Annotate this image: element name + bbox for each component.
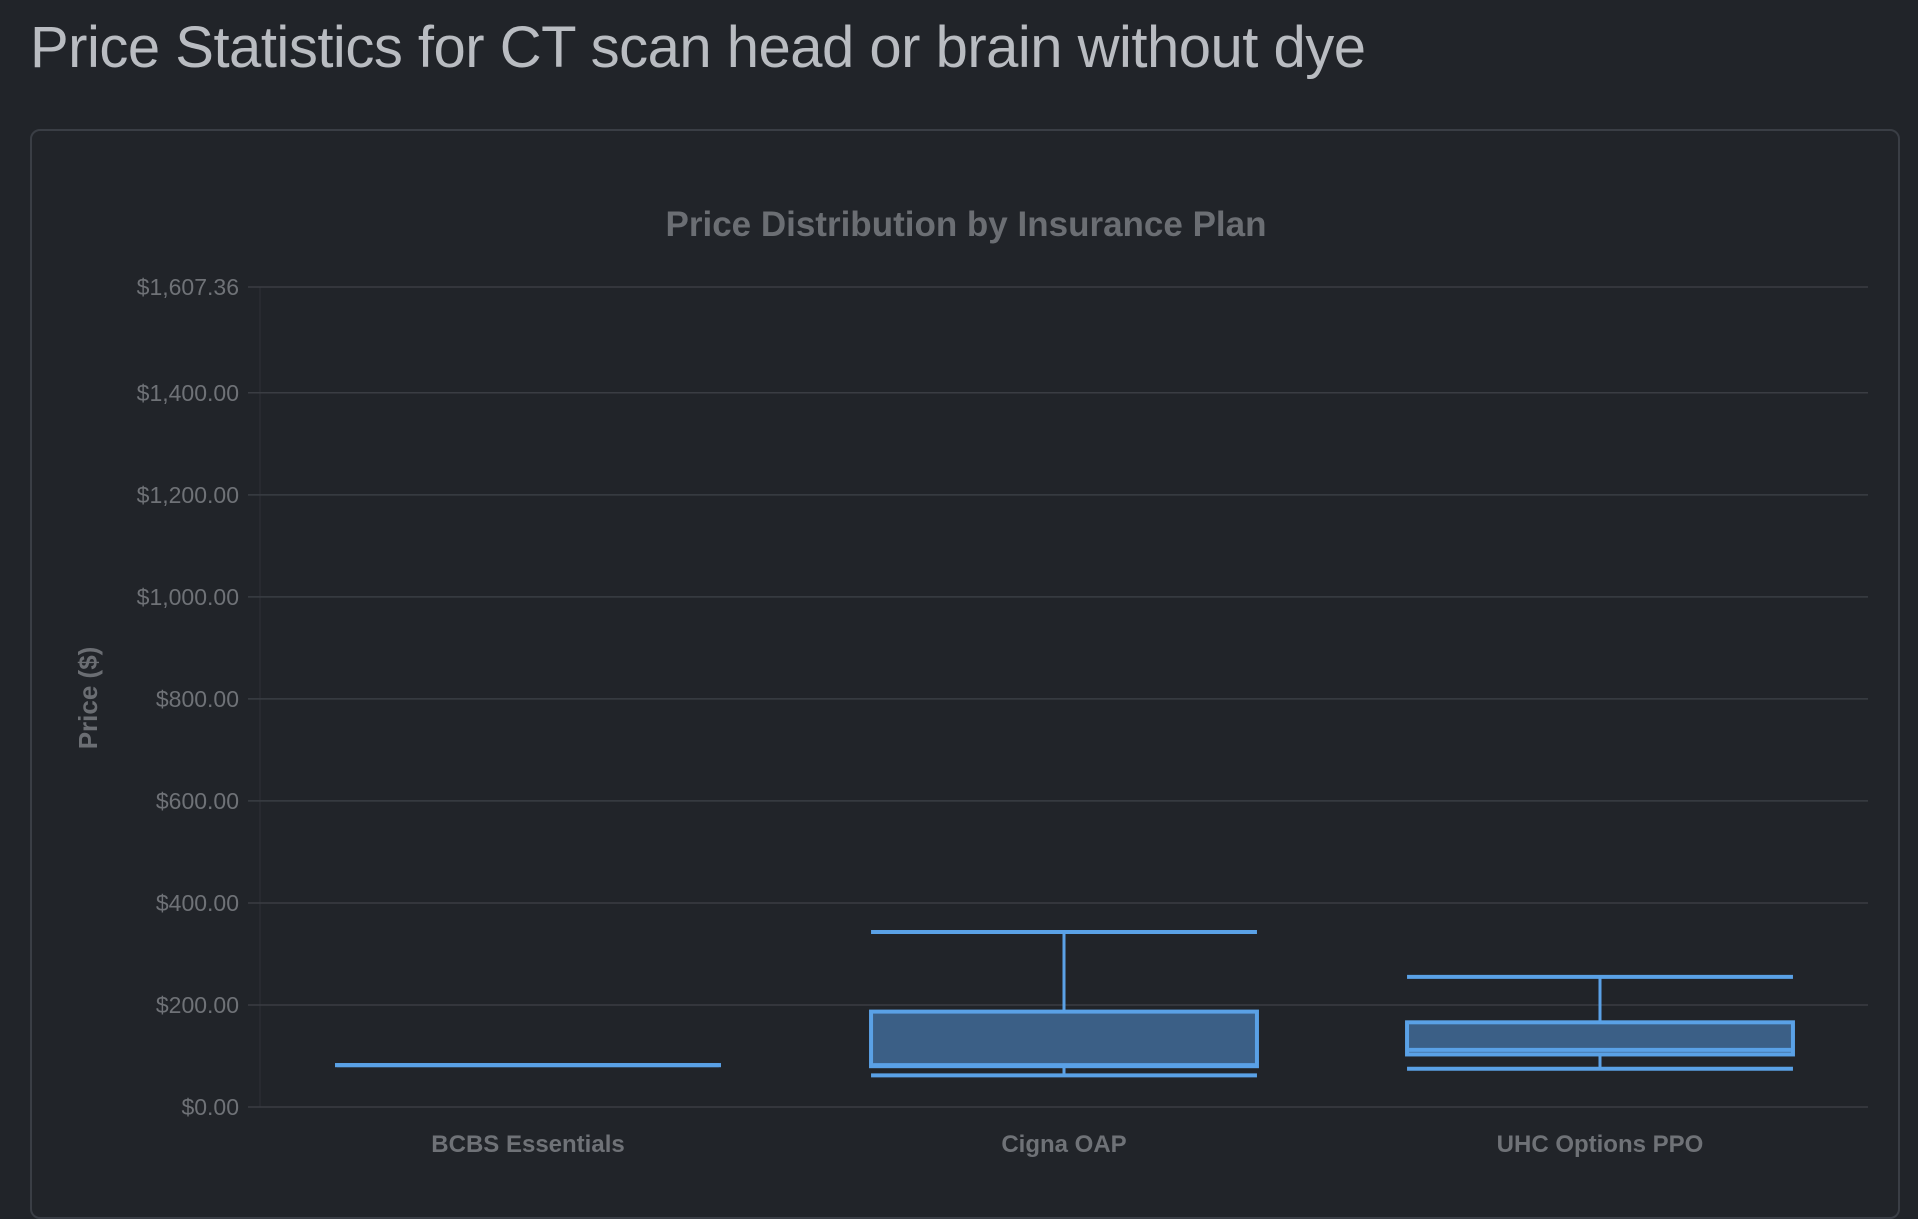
box-cigna-oap: [869, 930, 1259, 1078]
category-labels: BCBS Essentials Cigna OAP UHC Options PPO: [431, 1131, 1703, 1158]
y-tick-label: $0.00: [181, 1094, 239, 1120]
iqr-box: [869, 1009, 1259, 1069]
x-category-label: Cigna OAP: [1001, 1131, 1126, 1158]
x-category-label: BCBS Essentials: [431, 1131, 624, 1158]
y-tick-label: $1,000.00: [137, 584, 239, 610]
y-tick-label: $200.00: [156, 992, 239, 1018]
chart-title: Price Distribution by Insurance Plan: [666, 205, 1267, 244]
y-tick-label: $400.00: [156, 890, 239, 916]
y-tick-label: $1,200.00: [137, 482, 239, 508]
x-category-label: UHC Options PPO: [1497, 1131, 1704, 1158]
y-axis-title: Price ($): [73, 647, 103, 750]
y-tick-label: $1,400.00: [137, 380, 239, 406]
y-tick-labels: $0.00 $200.00 $400.00 $600.00 $800.00 $1,000.…: [137, 274, 239, 1120]
boxes-layer: [335, 930, 1795, 1078]
grid-layer: [248, 286, 1868, 1108]
box-plot-chart: Price Distribution by Insurance Plan Pri…: [73, 205, 1868, 1158]
y-tick-label: $1,607.36: [137, 274, 239, 300]
y-tick-label: $800.00: [156, 686, 239, 712]
y-tick-label: $600.00: [156, 788, 239, 814]
box-uhc-options-ppo: [1405, 974, 1795, 1071]
